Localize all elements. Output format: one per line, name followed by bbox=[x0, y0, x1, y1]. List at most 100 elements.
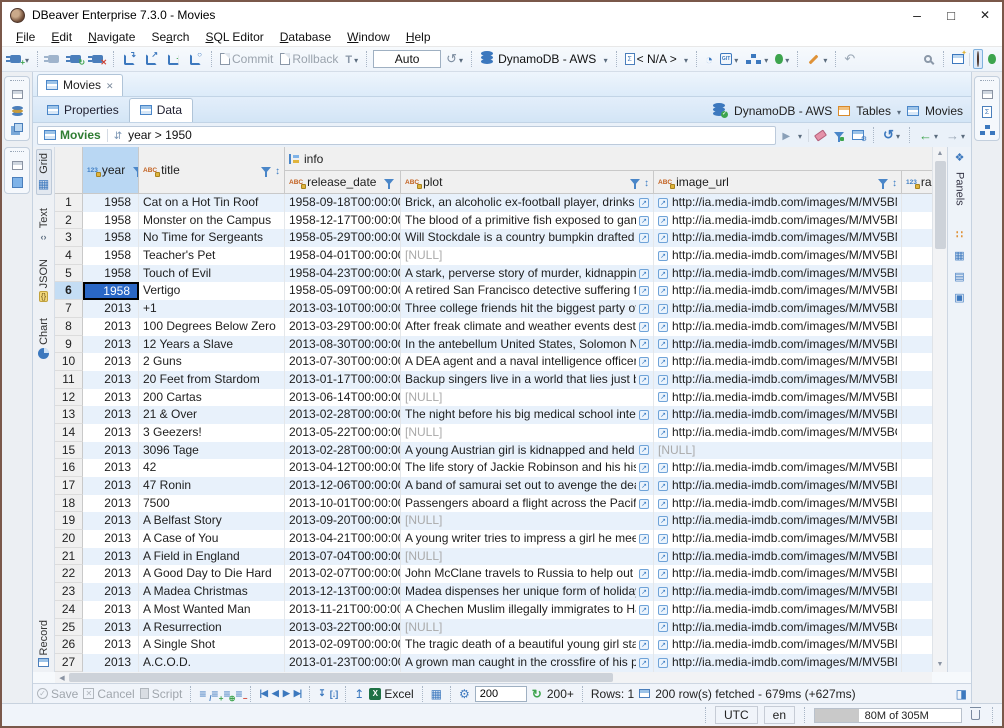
cell-plot[interactable]: In the antebellum United States, Solomon… bbox=[401, 336, 654, 354]
external-link-icon[interactable] bbox=[658, 516, 668, 526]
scroll-left-icon[interactable]: ◀ bbox=[55, 674, 69, 682]
cell-year[interactable]: 2013 bbox=[83, 389, 139, 407]
cell-image-url[interactable]: http://ia.media-imdb.com/images/M/MV5BMz… bbox=[654, 548, 902, 566]
cell-image-url[interactable]: http://ia.media-imdb.com/images/M/MV5BNz… bbox=[654, 282, 902, 300]
delete-row-button[interactable]: − bbox=[235, 687, 242, 701]
cell-image-url[interactable]: http://ia.media-imdb.com/images/M/MV5BMj… bbox=[654, 495, 902, 513]
view-value-icon[interactable] bbox=[639, 569, 649, 579]
cell-release-date[interactable]: 2013-11-21T00:00:00Z bbox=[285, 601, 401, 619]
row-number[interactable]: 5 bbox=[55, 265, 83, 283]
cell-image-url[interactable]: http://ia.media-imdb.com/images/M/MV5BMT… bbox=[654, 318, 902, 336]
cell-year[interactable]: 2013 bbox=[83, 406, 139, 424]
cell-rank[interactable] bbox=[902, 229, 932, 247]
external-link-icon[interactable] bbox=[658, 339, 668, 349]
cell-rank[interactable] bbox=[902, 389, 932, 407]
cell-plot[interactable]: Backup singers live in a world that lies… bbox=[401, 371, 654, 389]
filter-icon[interactable] bbox=[384, 179, 394, 185]
row-number[interactable]: 25 bbox=[55, 619, 83, 637]
cell-image-url[interactable]: http://ia.media-imdb.com/images/M/MV5BMj… bbox=[654, 530, 902, 548]
cell-rank[interactable] bbox=[902, 265, 932, 283]
table-row[interactable]: 20 2013 A Case of You 2013-04-21T00:00:0… bbox=[55, 530, 932, 548]
external-link-icon[interactable] bbox=[658, 304, 668, 314]
scrollbar-thumb[interactable] bbox=[69, 673, 613, 682]
cell-rank[interactable] bbox=[902, 282, 932, 300]
row-number[interactable]: 6 bbox=[55, 282, 83, 300]
cell-title[interactable]: 20 Feet from Stardom bbox=[139, 371, 285, 389]
cell-plot[interactable]: A grown man caught in the crossfire of h… bbox=[401, 654, 654, 672]
table-row[interactable]: 3 1958 No Time for Sergeants 1958-05-29T… bbox=[55, 229, 932, 247]
filter-icon[interactable] bbox=[261, 167, 271, 173]
cell-title[interactable]: A Single Shot bbox=[139, 636, 285, 654]
cell-plot[interactable]: Will Stockdale is a country bumpkin draf… bbox=[401, 229, 654, 247]
close-tab-icon[interactable] bbox=[106, 78, 114, 92]
cell-release-date[interactable]: 2013-03-22T00:00:00Z bbox=[285, 619, 401, 637]
sort-icon[interactable] bbox=[644, 175, 649, 189]
cell-plot[interactable]: A Chechen Muslim illegally immigrates to… bbox=[401, 601, 654, 619]
cell-title[interactable]: No Time for Sergeants bbox=[139, 229, 285, 247]
cell-plot[interactable]: The life story of Jackie Robinson and hi… bbox=[401, 459, 654, 477]
view-value-icon[interactable] bbox=[639, 375, 649, 385]
cell-rank[interactable] bbox=[902, 583, 932, 601]
cell-year[interactable]: 2013 bbox=[83, 477, 139, 495]
table-row[interactable]: 6 1958 Vertigo 1958-05-09T00:00:00Z A re… bbox=[55, 282, 932, 300]
menu-search[interactable]: Search bbox=[143, 30, 197, 44]
column-header-title[interactable]: title bbox=[139, 147, 285, 194]
menu-sql-editor[interactable]: SQL Editor bbox=[197, 30, 271, 44]
row-number[interactable]: 18 bbox=[55, 495, 83, 513]
table-row[interactable]: 23 2013 A Madea Christmas 2013-12-13T00:… bbox=[55, 583, 932, 601]
cell-rank[interactable] bbox=[902, 318, 932, 336]
search-button[interactable] bbox=[922, 54, 937, 64]
outline-view-icon[interactable] bbox=[982, 106, 992, 118]
cell-title[interactable]: Monster on the Campus bbox=[139, 212, 285, 230]
cell-title[interactable]: Teacher's Pet bbox=[139, 247, 285, 265]
view-value-icon[interactable] bbox=[639, 499, 649, 509]
git-button[interactable]: GIT bbox=[718, 51, 740, 67]
connect-button[interactable] bbox=[44, 54, 63, 64]
cell-rank[interactable] bbox=[902, 336, 932, 354]
cell-title[interactable]: 42 bbox=[139, 459, 285, 477]
cell-release-date[interactable]: 1958-05-29T00:00:00Z bbox=[285, 229, 401, 247]
connection-selector[interactable]: DynamoDB - AWS bbox=[478, 51, 610, 67]
external-link-icon[interactable] bbox=[658, 463, 668, 473]
cell-year[interactable]: 1958 bbox=[83, 265, 139, 283]
cell-title[interactable]: 47 Ronin bbox=[139, 477, 285, 495]
disconnect-button[interactable]: ✕ bbox=[88, 54, 107, 64]
tab-record[interactable]: Record bbox=[37, 617, 51, 670]
garbage-collect-icon[interactable] bbox=[971, 710, 980, 720]
table-row[interactable]: 16 2013 42 2013-04-12T00:00:00Z The life… bbox=[55, 459, 932, 477]
dbeaver-perspective-button[interactable] bbox=[973, 49, 983, 69]
table-row[interactable]: 26 2013 A Single Shot 2013-02-09T00:00:0… bbox=[55, 636, 932, 654]
tab-text[interactable]: Text bbox=[37, 205, 51, 246]
cancel-button[interactable]: Cancel bbox=[83, 687, 134, 701]
table-row[interactable]: 17 2013 47 Ronin 2013-12-06T00:00:00Z A … bbox=[55, 477, 932, 495]
cell-plot[interactable]: The night before his big medical school … bbox=[401, 406, 654, 424]
projects-view-icon[interactable] bbox=[14, 123, 23, 132]
scroll-up-icon[interactable] bbox=[937, 147, 944, 161]
cell-title[interactable]: 12 Years a Slave bbox=[139, 336, 285, 354]
row-number[interactable]: 10 bbox=[55, 353, 83, 371]
customize-filters-button[interactable] bbox=[850, 129, 866, 141]
table-row[interactable]: 13 2013 21 & Over 2013-02-28T00:00:00Z T… bbox=[55, 406, 932, 424]
row-number[interactable]: 3 bbox=[55, 229, 83, 247]
filter-icon[interactable] bbox=[630, 179, 640, 185]
table-row[interactable]: 7 2013 +1 2013-03-10T00:00:00Z Three col… bbox=[55, 300, 932, 318]
panels-icon[interactable] bbox=[955, 151, 965, 164]
view-value-icon[interactable] bbox=[639, 410, 649, 420]
drag-grip[interactable] bbox=[980, 80, 994, 83]
cell-image-url[interactable]: http://ia.media-imdb.com/images/M/MV5BMT… bbox=[654, 583, 902, 601]
row-number[interactable]: 20 bbox=[55, 530, 83, 548]
cell-release-date[interactable]: 2013-05-22T00:00:00Z bbox=[285, 424, 401, 442]
cell-plot[interactable]: John McClane travels to Russia to help o… bbox=[401, 565, 654, 583]
filter-history-button[interactable] bbox=[796, 127, 804, 143]
table-row[interactable]: 15 2013 3096 Tage 2013-02-28T00:00:00Z A… bbox=[55, 442, 932, 460]
debug-button[interactable] bbox=[773, 51, 791, 67]
cell-title[interactable]: 2 Guns bbox=[139, 353, 285, 371]
table-row[interactable]: 21 2013 A Field in England 2013-07-04T00… bbox=[55, 548, 932, 566]
cell-title[interactable]: A.C.O.D. bbox=[139, 654, 285, 672]
cell-release-date[interactable]: 2013-02-28T00:00:00Z bbox=[285, 406, 401, 424]
cell-image-url[interactable]: http://ia.media-imdb.com/images/M/MV5BMT… bbox=[654, 371, 902, 389]
cell-plot[interactable]: The tragic death of a beautiful young gi… bbox=[401, 636, 654, 654]
cell-year[interactable]: 2013 bbox=[83, 619, 139, 637]
view-value-icon[interactable] bbox=[639, 587, 649, 597]
row-number[interactable]: 12 bbox=[55, 389, 83, 407]
